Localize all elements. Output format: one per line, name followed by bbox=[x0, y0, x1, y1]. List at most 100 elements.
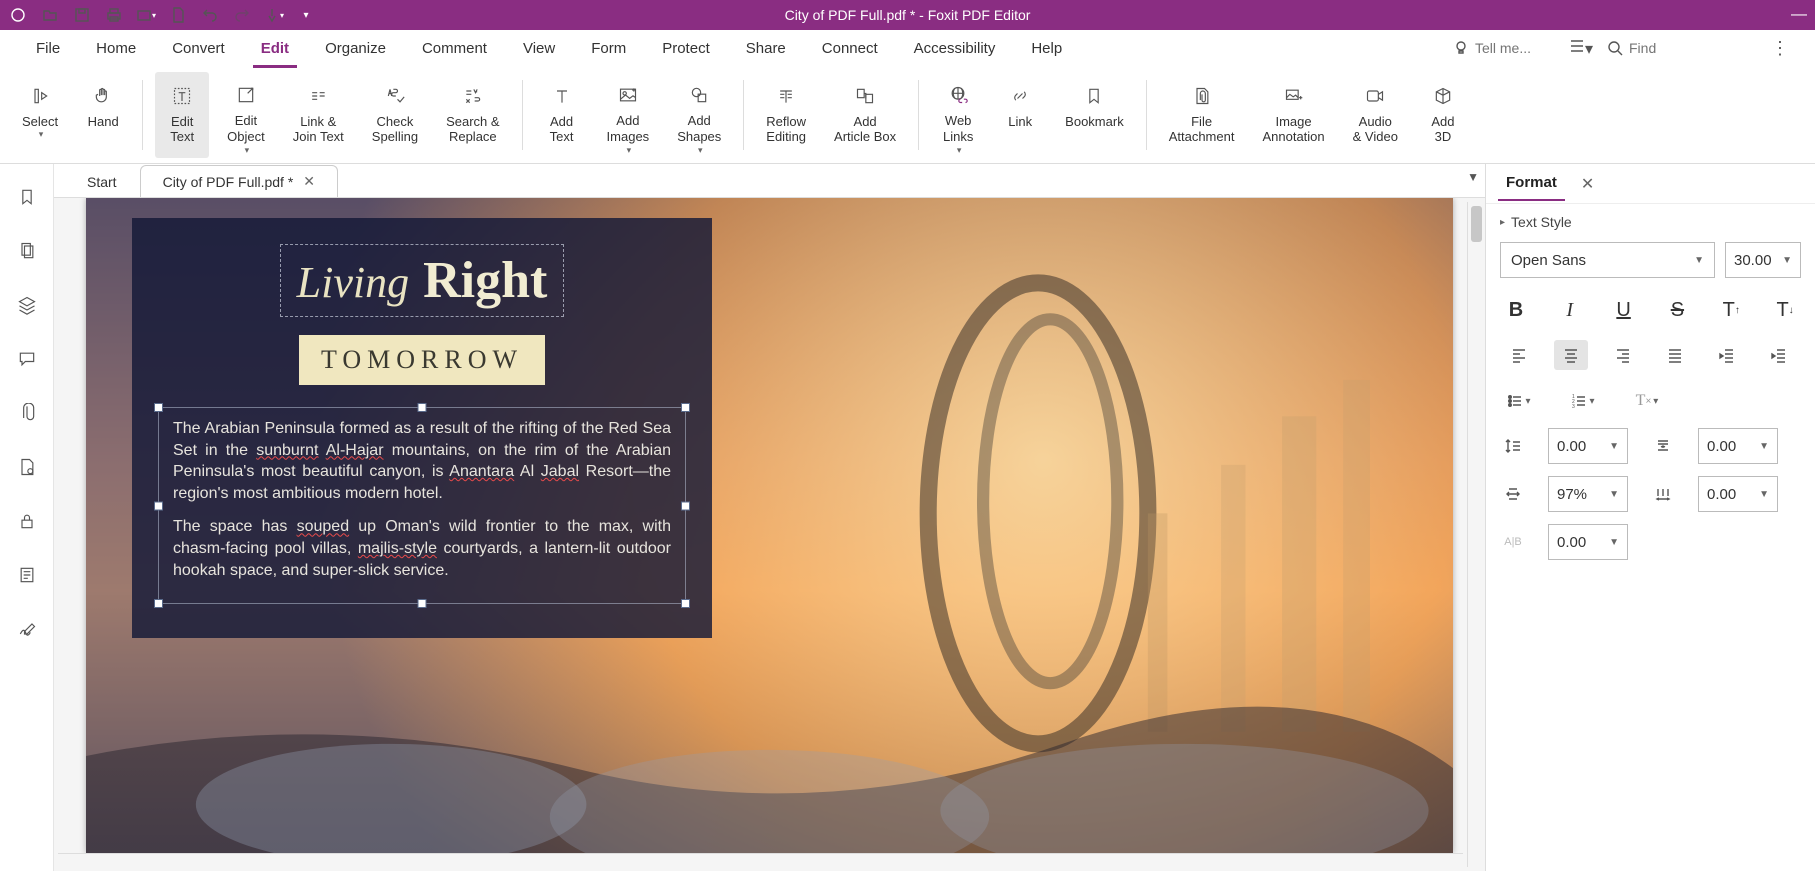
horizontal-scrollbar[interactable] bbox=[58, 853, 1463, 871]
menu-accessibility[interactable]: Accessibility bbox=[896, 30, 1014, 66]
resize-handle-mr[interactable] bbox=[681, 501, 690, 510]
text-style-header[interactable]: ▸Text Style bbox=[1500, 214, 1801, 230]
menu-protect[interactable]: Protect bbox=[644, 30, 728, 66]
menu-convert[interactable]: Convert bbox=[154, 30, 243, 66]
audio-video-tool[interactable]: Audio & Video bbox=[1343, 72, 1408, 158]
undo-icon[interactable] bbox=[200, 5, 220, 25]
font-size-input[interactable]: 30.00▼ bbox=[1725, 242, 1801, 278]
comments-panel-icon[interactable] bbox=[14, 346, 40, 372]
menu-help[interactable]: Help bbox=[1013, 30, 1080, 66]
add-images-tool[interactable]: Add Images▾ bbox=[597, 72, 660, 158]
font-family-select[interactable]: Open Sans▼ bbox=[1500, 242, 1715, 278]
menu-connect[interactable]: Connect bbox=[804, 30, 896, 66]
attachments-panel-icon[interactable] bbox=[14, 400, 40, 426]
check-spelling-tool[interactable]: Check Spelling bbox=[362, 72, 428, 158]
subscript-button[interactable]: T↓ bbox=[1771, 296, 1799, 324]
tab-current-document[interactable]: City of PDF Full.pdf * ✕ bbox=[140, 165, 338, 197]
menu-home[interactable]: Home bbox=[78, 30, 154, 66]
resize-handle-tr[interactable] bbox=[681, 403, 690, 412]
vertical-scrollbar[interactable] bbox=[1467, 202, 1485, 867]
scrollbar-thumb[interactable] bbox=[1471, 206, 1482, 242]
close-panel-icon[interactable]: ✕ bbox=[1581, 174, 1594, 194]
toc-icon[interactable]: ▾ bbox=[1569, 38, 1593, 59]
more-options-icon[interactable]: ⋮ bbox=[1763, 38, 1797, 59]
baseline-shift-input[interactable]: 0.00▼ bbox=[1548, 524, 1628, 560]
reflow-editing-tool[interactable]: Reflow Editing bbox=[756, 72, 816, 158]
find-box[interactable] bbox=[1599, 34, 1757, 62]
subtitle-tomorrow[interactable]: TOMORROW bbox=[299, 335, 545, 385]
resize-handle-ml[interactable] bbox=[154, 501, 163, 510]
bold-button[interactable]: B bbox=[1502, 296, 1530, 324]
add-3d-tool[interactable]: Add 3D bbox=[1416, 72, 1470, 158]
document-canvas[interactable]: Living Right TOMORROW The bbox=[54, 198, 1485, 871]
minimize-button[interactable]: — bbox=[1791, 6, 1807, 24]
menu-view[interactable]: View bbox=[505, 30, 573, 66]
tell-me-search[interactable] bbox=[1445, 34, 1563, 62]
align-justify-button[interactable] bbox=[1658, 340, 1692, 370]
qat-dropdown-icon[interactable]: ▾ bbox=[296, 5, 316, 25]
bookmarks-panel-icon[interactable] bbox=[14, 184, 40, 210]
search-replace-tool[interactable]: Search & Replace bbox=[436, 72, 509, 158]
foxit-logo-icon[interactable] bbox=[8, 5, 28, 25]
menu-organize[interactable]: Organize bbox=[307, 30, 404, 66]
pages-panel-icon[interactable] bbox=[14, 238, 40, 264]
decrease-indent-button[interactable] bbox=[1710, 340, 1744, 370]
horizontal-scale-input[interactable]: 97%▼ bbox=[1548, 476, 1628, 512]
numbered-list-button[interactable]: 123▾ bbox=[1566, 386, 1600, 416]
select-tool[interactable]: Select▾ bbox=[12, 72, 68, 158]
save-icon[interactable] bbox=[72, 5, 92, 25]
resize-handle-bl[interactable] bbox=[154, 599, 163, 608]
menu-comment[interactable]: Comment bbox=[404, 30, 505, 66]
tab-start[interactable]: Start bbox=[64, 165, 140, 197]
close-tab-icon[interactable]: ✕ bbox=[303, 173, 315, 190]
title-text-frame[interactable]: Living Right bbox=[280, 244, 565, 317]
edit-text-tool[interactable]: Edit Text bbox=[155, 72, 209, 158]
paragraph-spacing-input[interactable]: 0.00▼ bbox=[1698, 428, 1778, 464]
snapshot-icon[interactable]: ▾ bbox=[136, 5, 156, 25]
sign-panel-icon[interactable] bbox=[14, 616, 40, 642]
add-text-tool[interactable]: Add Text bbox=[535, 72, 589, 158]
link-join-text-tool[interactable]: Link & Join Text bbox=[283, 72, 354, 158]
print-icon[interactable] bbox=[104, 5, 124, 25]
menu-file[interactable]: File bbox=[18, 30, 78, 66]
web-links-tool[interactable]: Web Links▾ bbox=[931, 72, 985, 158]
bullet-list-button[interactable]: ▾ bbox=[1502, 386, 1536, 416]
fields-panel-icon[interactable] bbox=[14, 562, 40, 588]
tab-list-dropdown-icon[interactable]: ▼ bbox=[1467, 170, 1479, 184]
page-icon[interactable] bbox=[168, 5, 188, 25]
line-spacing-input[interactable]: 0.00▼ bbox=[1548, 428, 1628, 464]
align-right-button[interactable] bbox=[1606, 340, 1640, 370]
open-icon[interactable] bbox=[40, 5, 60, 25]
align-left-button[interactable] bbox=[1502, 340, 1536, 370]
security-panel-icon[interactable] bbox=[14, 508, 40, 534]
redo-icon[interactable] bbox=[232, 5, 252, 25]
superscript-button[interactable]: T↑ bbox=[1717, 296, 1745, 324]
resize-handle-tm[interactable] bbox=[418, 403, 427, 412]
underline-button[interactable]: U bbox=[1610, 296, 1638, 324]
bookmark-tool[interactable]: Bookmark bbox=[1055, 72, 1134, 158]
format-tab[interactable]: Format bbox=[1498, 166, 1565, 201]
image-annotation-tool[interactable]: Image Annotation bbox=[1252, 72, 1334, 158]
hand-tool[interactable]: Hand bbox=[76, 72, 130, 158]
layers-panel-icon[interactable] bbox=[14, 292, 40, 318]
tell-me-input[interactable] bbox=[1475, 40, 1555, 56]
tracking-input[interactable]: 0.00▼ bbox=[1698, 476, 1778, 512]
increase-indent-button[interactable] bbox=[1762, 340, 1796, 370]
italic-button[interactable]: I bbox=[1556, 296, 1584, 324]
touch-mode-icon[interactable]: ▾ bbox=[264, 5, 284, 25]
menu-form[interactable]: Form bbox=[573, 30, 644, 66]
edit-object-tool[interactable]: Edit Object▾ bbox=[217, 72, 275, 158]
link-tool[interactable]: Link bbox=[993, 72, 1047, 158]
resize-handle-tl[interactable] bbox=[154, 403, 163, 412]
find-input[interactable] bbox=[1629, 40, 1749, 56]
article-box-tool[interactable]: Add Article Box bbox=[824, 72, 906, 158]
strikethrough-button[interactable]: S bbox=[1663, 296, 1691, 324]
menu-edit[interactable]: Edit bbox=[243, 30, 307, 66]
add-shapes-tool[interactable]: Add Shapes▾ bbox=[667, 72, 731, 158]
resize-handle-bm[interactable] bbox=[418, 599, 427, 608]
clear-formatting-button[interactable]: T×▾ bbox=[1630, 386, 1664, 416]
file-attachment-tool[interactable]: File Attachment bbox=[1159, 72, 1245, 158]
resize-handle-br[interactable] bbox=[681, 599, 690, 608]
align-center-button[interactable] bbox=[1554, 340, 1588, 370]
body-text-frame-selected[interactable]: The Arabian Peninsula formed as a result… bbox=[158, 407, 686, 604]
